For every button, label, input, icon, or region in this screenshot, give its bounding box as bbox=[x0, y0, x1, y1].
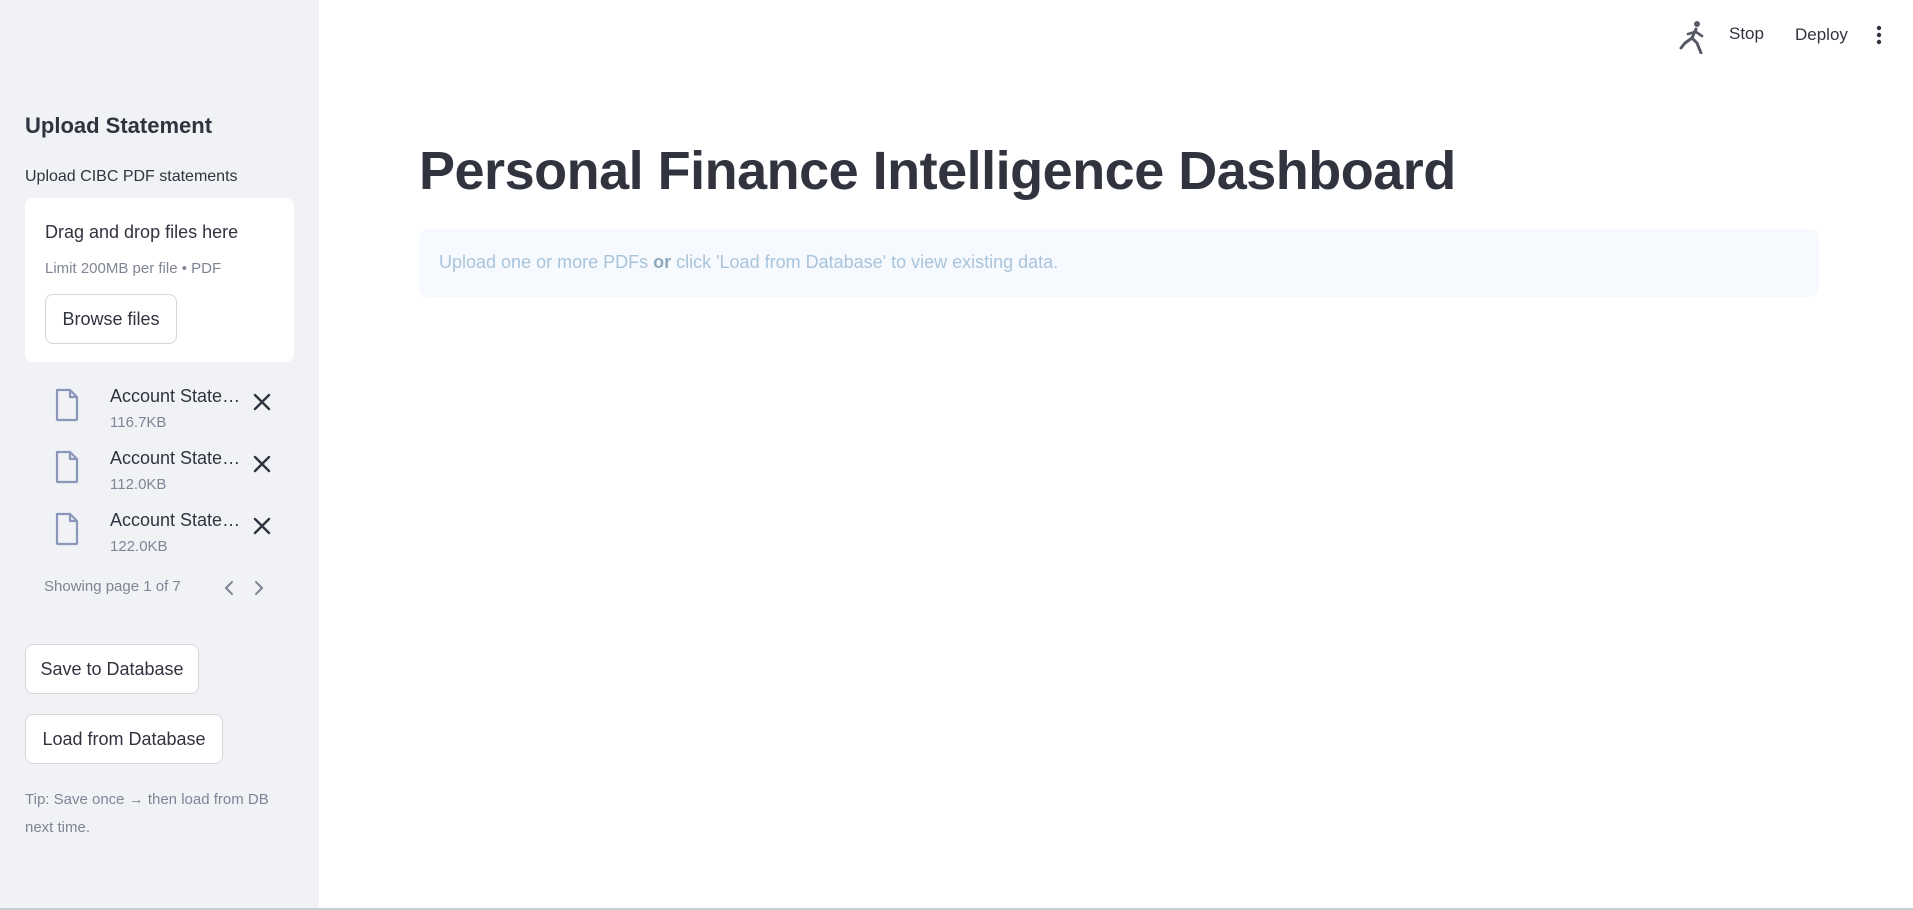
pagination-status: Showing page 1 of 7 bbox=[44, 578, 181, 595]
browse-files-button[interactable]: Browse files bbox=[45, 294, 177, 344]
file-icon bbox=[55, 450, 79, 484]
sidebar-heading: Upload Statement bbox=[25, 113, 213, 138]
sidebar: Upload Statement Upload CIBC PDF stateme… bbox=[0, 0, 319, 910]
chevron-left-icon[interactable] bbox=[219, 576, 239, 600]
close-icon[interactable] bbox=[250, 514, 274, 538]
info-alert: Upload one or more PDFs or click 'Load f… bbox=[419, 229, 1819, 297]
deploy-button[interactable]: Deploy bbox=[1795, 25, 1848, 45]
dropzone-title: Drag and drop files here bbox=[45, 222, 239, 242]
file-icon bbox=[55, 388, 79, 422]
uploader-label: Upload CIBC PDF statements bbox=[25, 168, 238, 185]
info-text-part: Upload one or more PDFs bbox=[439, 252, 654, 272]
file-name: Account Statement bbox=[110, 510, 246, 530]
kebab-menu-icon[interactable] bbox=[1872, 24, 1886, 46]
uploaded-file-item: Account Statement 116.7KB bbox=[50, 382, 290, 438]
file-icon bbox=[55, 512, 79, 546]
info-text-part: click 'Load from Database' to view exist… bbox=[671, 252, 1059, 272]
file-dropzone[interactable]: Drag and drop files here Limit 200MB per… bbox=[25, 198, 294, 362]
info-message: Upload one or more PDFs or click 'Load f… bbox=[439, 252, 1058, 273]
uploaded-file-item: Account Statement 112.0KB bbox=[50, 444, 290, 500]
running-man-icon bbox=[1679, 21, 1704, 54]
file-name: Account Statement bbox=[110, 448, 246, 468]
load-from-database-button[interactable]: Load from Database bbox=[25, 714, 223, 764]
uploaded-file-item: Account Statement 122.0KB bbox=[50, 506, 290, 562]
info-emphasis: or bbox=[653, 252, 672, 272]
file-size: 112.0KB bbox=[110, 476, 167, 493]
page-title: Personal Finance Intelligence Dashboard bbox=[419, 141, 1456, 201]
close-icon[interactable] bbox=[250, 452, 274, 476]
tip-text: Tip: Save once → then load from DB next … bbox=[25, 791, 269, 836]
stop-button[interactable]: Stop bbox=[1729, 24, 1764, 44]
file-size: 116.7KB bbox=[110, 414, 167, 431]
chevron-right-icon[interactable] bbox=[249, 576, 269, 600]
dropzone-limit: Limit 200MB per file • PDF bbox=[45, 260, 222, 277]
file-size: 122.0KB bbox=[110, 538, 168, 555]
save-to-database-button[interactable]: Save to Database bbox=[25, 644, 199, 694]
close-icon[interactable] bbox=[250, 390, 274, 414]
file-name: Account Statement bbox=[110, 386, 246, 406]
